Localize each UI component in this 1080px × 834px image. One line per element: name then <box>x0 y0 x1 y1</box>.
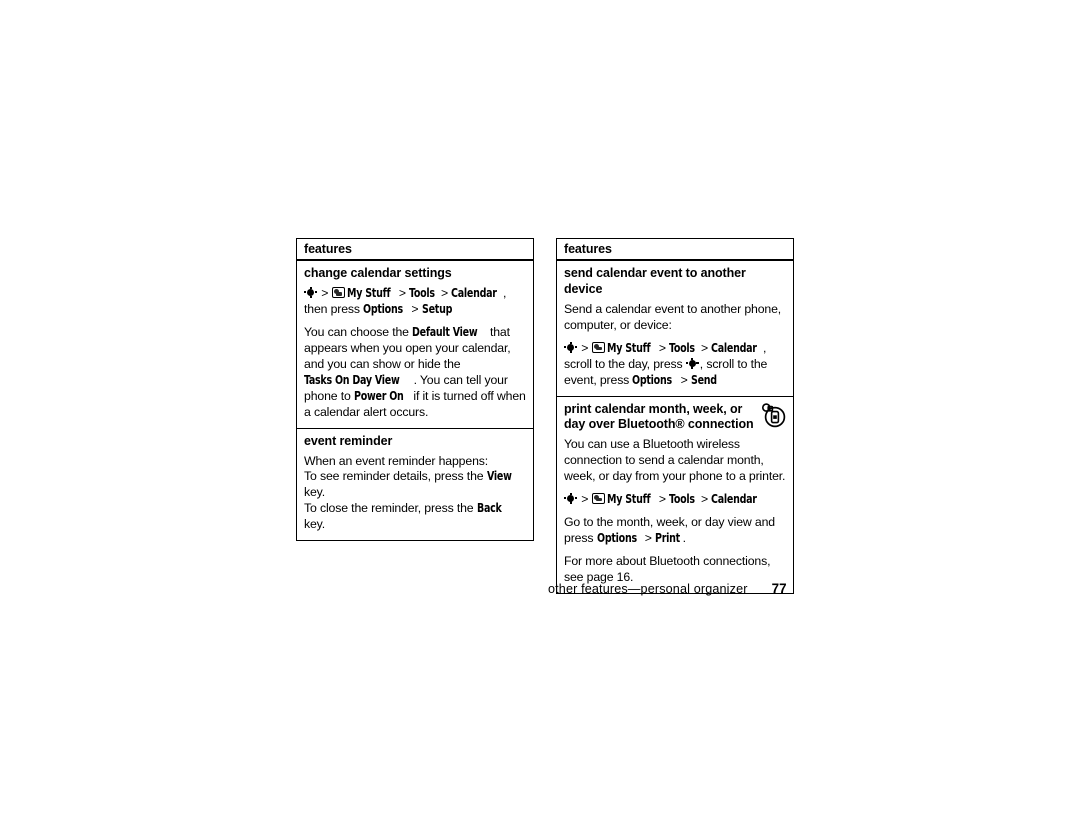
menu-separator: > <box>440 286 448 300</box>
section-paragraph: > My Stuff > Tools > Calendar, then pres… <box>304 286 507 316</box>
ui-element-name: Default View <box>412 324 478 339</box>
ui-element-name: Calendar <box>711 491 758 506</box>
menu-separator: > <box>581 491 589 506</box>
page-number: 77 <box>771 581 787 596</box>
ui-element-name: Options <box>363 301 404 316</box>
menu-separator: > <box>581 340 589 355</box>
sections-container-left: change calendar settings > My Stuff > To… <box>297 261 533 540</box>
my-stuff-icon <box>331 287 345 298</box>
ui-element-name: Tasks On Day View <box>304 372 400 387</box>
section-paragraph: > My Stuff > Tools > Calendar, scroll to… <box>564 340 768 387</box>
feature-section: print calendar month, week, or day over … <box>557 395 793 593</box>
ui-element-name: Calendar <box>451 286 498 300</box>
ui-element-name: Tools <box>669 491 695 506</box>
menu-separator: > <box>680 372 688 387</box>
page-footer: other features—personal organizer 77 <box>548 581 798 596</box>
section-title: event reminder <box>304 433 393 448</box>
features-header-left: features <box>297 239 533 262</box>
section-paragraph: > My Stuff > Tools > Calendar <box>564 492 786 508</box>
ui-element-name: My Stuff <box>606 340 651 355</box>
ui-element-name: My Stuff <box>346 286 391 300</box>
section-title: print calendar month, week, or day over … <box>564 401 754 432</box>
section-title: change calendar settings <box>304 266 452 281</box>
ui-element-name: Options <box>596 530 637 545</box>
my-stuff-icon <box>591 492 605 504</box>
section-paragraph: Send a calendar event to another phone, … <box>564 301 782 332</box>
ui-element-name: Setup <box>421 301 452 316</box>
menu-separator: > <box>321 286 329 300</box>
section-paragraph: You can use a Bluetooth wireless connect… <box>564 436 786 483</box>
ui-element-name: Tools <box>669 340 695 355</box>
nav-key-icon <box>564 341 577 353</box>
ui-element-name: Back <box>476 501 502 516</box>
menu-separator: > <box>644 530 652 545</box>
nav-key-icon <box>564 492 577 504</box>
feature-section: change calendar settings > My Stuff > To… <box>297 261 533 428</box>
ui-element-name: My Stuff <box>606 491 651 506</box>
section-paragraph: When an event reminder happens: To see re… <box>304 453 512 532</box>
menu-separator: > <box>658 340 666 355</box>
menu-separator: > <box>411 301 419 316</box>
my-stuff-icon <box>591 341 605 353</box>
ui-element-name: Send <box>690 372 717 387</box>
ui-element-name: Calendar <box>711 340 758 355</box>
features-box-right: features send calendar event to another … <box>556 238 794 594</box>
nav-key-icon <box>685 357 699 369</box>
ui-element-name: View <box>486 469 512 484</box>
section-paragraph: You can choose the Default View that app… <box>304 324 526 419</box>
menu-separator: > <box>658 491 666 506</box>
ui-element-name: Tools <box>409 286 435 300</box>
footer-chapter-label: other features—personal organizer <box>548 582 748 596</box>
features-box-left: features change calendar settings > My S… <box>296 238 534 542</box>
sections-container-right: send calendar event to another device Sen… <box>557 261 793 592</box>
features-header-right: features <box>557 239 793 262</box>
feature-section: send calendar event to another device Sen… <box>557 261 793 395</box>
ui-element-name: Power On <box>353 388 404 403</box>
menu-separator: > <box>700 340 708 355</box>
menu-separator: > <box>398 286 406 300</box>
ui-element-name: Print <box>655 530 681 545</box>
ui-element-name: Options <box>632 372 673 387</box>
feature-section: event reminder When an event reminder hap… <box>297 427 533 541</box>
menu-separator: > <box>700 491 708 506</box>
nav-key-icon <box>304 287 317 298</box>
bluetooth-print-icon <box>761 402 787 428</box>
section-paragraph: Go to the month, week, or day view and p… <box>564 514 775 545</box>
section-title: send calendar event to another device <box>564 266 746 296</box>
